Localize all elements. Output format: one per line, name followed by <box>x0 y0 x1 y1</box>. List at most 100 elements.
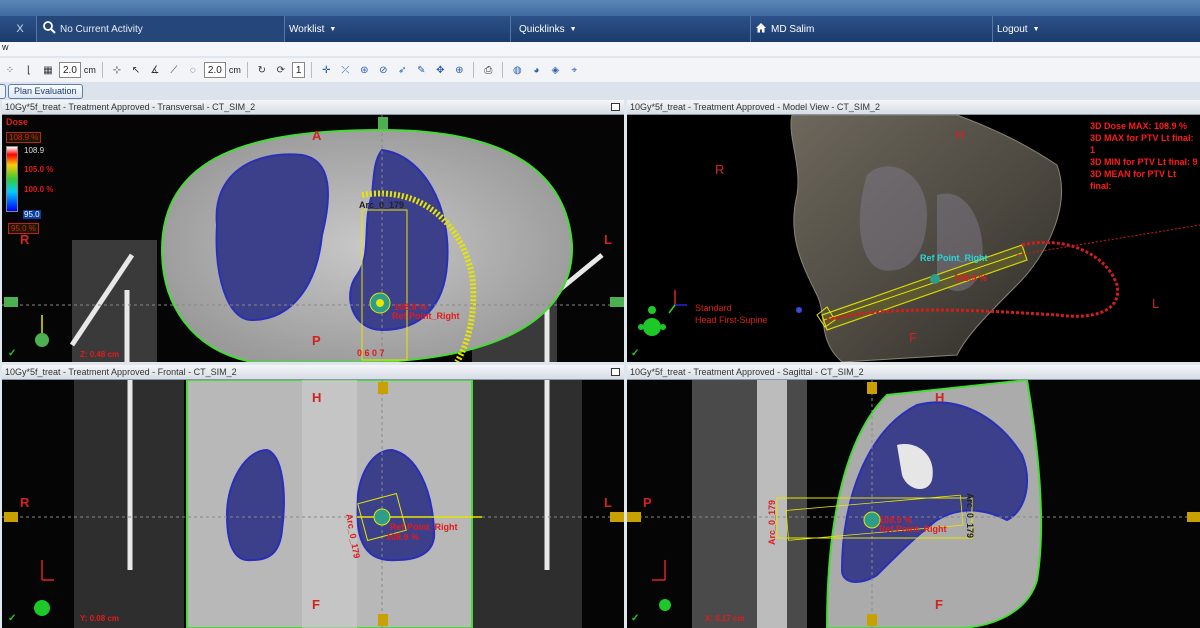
worklist-label: Worklist <box>289 23 325 35</box>
window-top-strip <box>0 0 1200 16</box>
legend-tick: 100.0 % <box>24 185 54 194</box>
corner-icon[interactable]: ⌊ <box>21 62 37 78</box>
legend-bottom-value: 95.0 <box>23 210 41 219</box>
close-activity-button[interactable]: X <box>0 16 40 42</box>
toolbar-separator <box>311 62 313 78</box>
transversal-viewport[interactable]: 10Gy*5f_treat - Treatment Approved - Tra… <box>2 100 624 362</box>
viewport-title-bar: 10Gy*5f_treat - Treatment Approved - Mod… <box>627 100 1200 115</box>
quicklinks-menu[interactable]: Quicklinks ▼ <box>510 16 750 42</box>
frontal-image <box>2 380 624 628</box>
viewport-title: 10Gy*5f_treat - Treatment Approved - Tra… <box>5 102 256 112</box>
transversal-image <box>2 115 624 362</box>
collimator-icon[interactable]: ⊘ <box>375 62 391 78</box>
viewport-title-bar: 10Gy*5f_treat - Treatment Approved - Sag… <box>627 365 1200 380</box>
viewport-title: 10Gy*5f_treat - Treatment Approved - Mod… <box>630 102 880 112</box>
ruler-icon[interactable]: ↖ <box>128 62 144 78</box>
legend-title: Dose <box>6 117 29 127</box>
logout-menu[interactable]: Logout ▼ <box>992 16 1200 42</box>
main-navbar: X Worklist ▼ Quicklinks ▼ MD Salim Logou… <box>0 16 1200 42</box>
arc-label: Arc_0_179 <box>359 200 405 210</box>
orientation-anterior: A <box>312 128 322 143</box>
logout-label: Logout <box>997 23 1028 35</box>
crosshair-icon[interactable]: ⁘ <box>2 62 18 78</box>
grid-icon[interactable]: ▦ <box>40 62 56 78</box>
dose-value-label: 108.9 % <box>954 273 988 283</box>
toolbar-separator <box>246 62 248 78</box>
pencil-icon[interactable]: ✎ <box>413 62 429 78</box>
line-width-unit: cm <box>83 65 96 75</box>
sphere-icon[interactable]: ◕ <box>528 62 544 78</box>
orientation-foot: F <box>909 330 917 345</box>
stat-line: 3D MIN for PTV Lt final: 9 <box>1090 157 1198 167</box>
orientation-patient: Head First-Supine <box>695 315 768 325</box>
dose-value-label: 108.9 % <box>386 532 420 542</box>
maximize-icon[interactable] <box>611 368 620 376</box>
orientation-right: R <box>20 232 30 247</box>
orientation-foot: F <box>935 597 943 612</box>
pointer-icon[interactable]: ➶ <box>394 62 410 78</box>
slice-coordinate: Z: 0.48 cm <box>80 350 120 359</box>
ref-point-label: Ref Point_Right <box>390 522 458 532</box>
check-icon: ✓ <box>631 613 640 624</box>
tab-plan-evaluation[interactable]: Plan Evaluation <box>8 83 83 99</box>
margin-field[interactable]: 2.0 <box>203 62 226 78</box>
sagittal-viewport[interactable]: 10Gy*5f_treat - Treatment Approved - Sag… <box>627 365 1200 628</box>
legend-max-box: 108.9 % <box>6 132 42 143</box>
chevron-down-icon: ▼ <box>569 25 577 33</box>
sagittal-image <box>627 380 1200 628</box>
print-icon[interactable]: ⎙ <box>480 62 496 78</box>
maximize-icon[interactable] <box>611 103 620 111</box>
orientation-posterior: P <box>312 333 321 348</box>
orientation-posterior: P <box>643 495 652 510</box>
rotate-icon[interactable]: ↻ <box>254 62 270 78</box>
gantry-icon[interactable]: ⊛ <box>356 62 372 78</box>
user-menu[interactable]: MD Salim <box>750 16 992 42</box>
tab-row: Plan Evaluation <box>0 82 1200 100</box>
viewport-title: 10Gy*5f_treat - Treatment Approved - Fro… <box>5 367 237 377</box>
legend-top-value: 108.9 <box>24 146 45 155</box>
measure-icon[interactable]: ⊹ <box>109 62 125 78</box>
cube-icon[interactable]: ◈ <box>547 62 563 78</box>
line-width-field[interactable]: 2.0 <box>59 62 81 78</box>
home-icon <box>755 22 767 36</box>
toolbar-separator <box>502 62 504 78</box>
margin-unit: cm <box>228 65 241 75</box>
toolbar: ⁘ ⌊ ▦ 2.0 cm ⊹ ↖ ∡ ⟋ ◌ 2.0 cm ↻ ⟳ 1 ✛ ⤫ … <box>0 58 1200 82</box>
point-icon[interactable]: ✛ <box>318 62 334 78</box>
stat-line: 3D MEAN for PTV Lt final: <box>1090 169 1177 191</box>
stat-line: 3D Dose MAX: 108.9 % <box>1090 121 1188 131</box>
orientation-foot: F <box>312 597 320 612</box>
model-viewport[interactable]: 10Gy*5f_treat - Treatment Approved - Mod… <box>627 100 1200 362</box>
radius-icon[interactable]: ◌ <box>185 62 201 78</box>
orientation-head: H <box>935 390 945 405</box>
activity-search[interactable] <box>36 16 284 42</box>
beam-icon[interactable]: ⤫ <box>337 62 353 78</box>
refresh-icon[interactable]: ⟳ <box>273 62 289 78</box>
user-name: MD Salim <box>771 23 815 35</box>
dose-color-bar <box>6 146 18 212</box>
menu-stub[interactable]: w <box>0 42 1200 56</box>
step-field[interactable]: 1 <box>291 62 306 78</box>
dose-legend: Dose 108.9 % <box>6 117 58 145</box>
move-icon[interactable]: ✥ <box>432 62 448 78</box>
line-icon[interactable]: ⟋ <box>166 62 182 78</box>
tab-stub[interactable] <box>0 83 6 99</box>
target-icon[interactable]: ⌖ <box>566 62 582 78</box>
slice-coordinate: Y: 0.08 cm <box>80 614 119 623</box>
orientation-left: L <box>604 232 612 247</box>
orientation-right: R <box>20 495 30 510</box>
angle-icon[interactable]: ∡ <box>147 62 163 78</box>
worklist-menu[interactable]: Worklist ▼ <box>284 16 510 42</box>
slice-coordinate: X: 0.17 cm <box>705 614 745 623</box>
zoom-icon[interactable]: ⊕ <box>451 62 467 78</box>
legend-tick: 105.0 % <box>24 165 54 174</box>
check-icon: ✓ <box>8 613 17 624</box>
search-icon <box>43 21 56 37</box>
frontal-viewport[interactable]: 10Gy*5f_treat - Treatment Approved - Fro… <box>2 365 624 628</box>
toolbar-separator <box>473 62 475 78</box>
orientation-left: L <box>604 495 612 510</box>
search-input[interactable] <box>60 23 260 35</box>
globe-icon[interactable]: ◍ <box>509 62 525 78</box>
stat-line: 3D MAX for PTV Lt final: 1 <box>1090 133 1194 155</box>
ref-point-label: Ref Point_Right <box>392 311 460 321</box>
